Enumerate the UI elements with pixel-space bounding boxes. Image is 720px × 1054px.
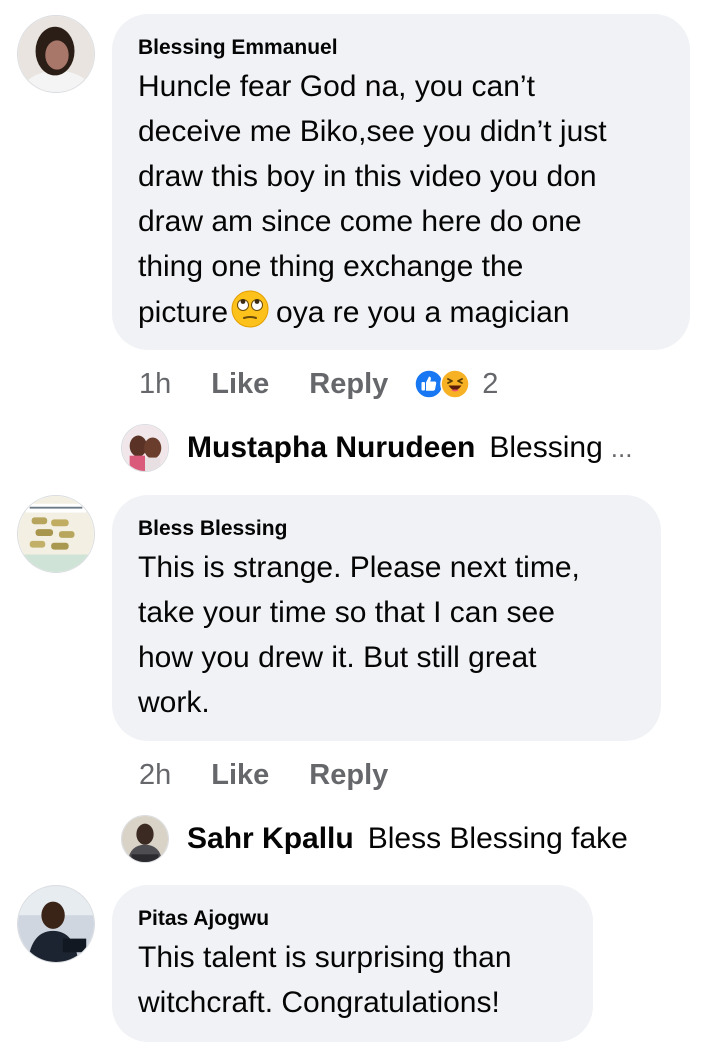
reply-snippet: Bless Blessing fake [367,822,628,855]
comment-text: This talent is surprising than witchcraf… [138,941,512,1019]
comment-timestamp[interactable]: 2h [139,759,171,792]
avatar-blessing-emmanuel[interactable] [17,15,95,93]
avatar-sahr-kpallu [121,815,169,863]
avatar-pitas-ajogwu[interactable] [17,885,95,963]
comment-bubble: Pitas Ajogwu This talent is surprising t… [112,885,593,1042]
face-with-rolling-eyes-icon [230,289,270,329]
reply-button[interactable]: Reply [309,368,388,401]
like-button[interactable]: Like [211,759,269,792]
comment-author[interactable]: Blessing Emmanuel [138,36,664,60]
comment-bubble: Bless Blessing This is strange. Please n… [112,495,661,741]
comment-text: Huncle fear God na, you can’t deceive me… [138,70,607,329]
like-button[interactable]: Like [211,368,269,401]
reply-author[interactable]: Sahr Kpallu [187,822,354,856]
comment-text: This is strange. Please next time, take … [138,551,580,719]
reply-preview[interactable]: Sahr Kpallu Bless Blessing fake [121,814,628,864]
reply-author[interactable]: Mustapha Nurudeen [187,431,475,465]
haha-reaction-icon [440,369,471,399]
comment-bubble: Blessing Emmanuel Huncle fear God na, yo… [112,14,690,350]
avatar-mustapha-nurudeen [121,424,169,472]
avatar-bless-blessing[interactable] [17,495,95,573]
reaction-count: 2 [482,367,499,400]
comment-actions: 1h Like Reply 2 [139,364,498,404]
comment-timestamp[interactable]: 1h [139,368,171,401]
ellipsis: ... [610,432,633,463]
comment-author[interactable]: Bless Blessing [138,517,635,541]
reply-button[interactable]: Reply [309,759,388,792]
comment-actions: 2h Like Reply [139,755,414,795]
reactions-summary[interactable]: 2 [414,368,498,401]
comment-author[interactable]: Pitas Ajogwu [138,907,567,931]
reply-snippet: Blessing [489,431,603,464]
reply-preview[interactable]: Mustapha Nurudeen Blessing ... [121,423,632,473]
